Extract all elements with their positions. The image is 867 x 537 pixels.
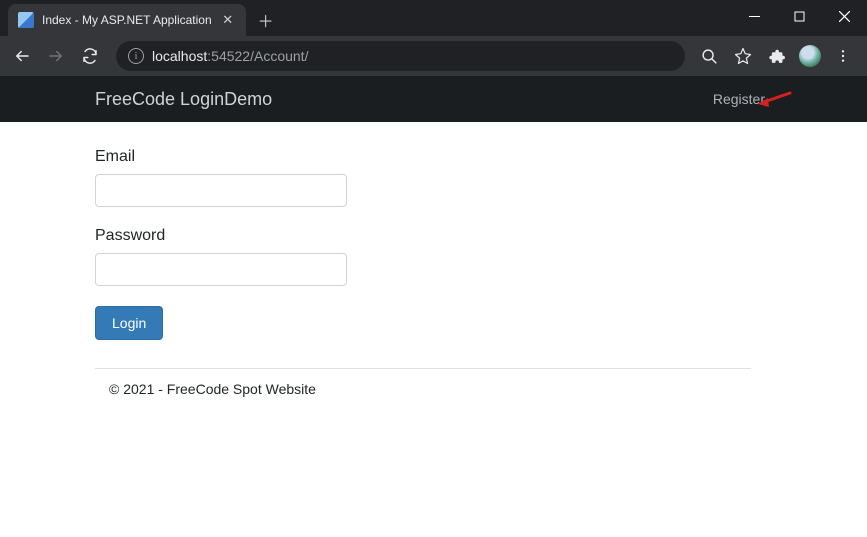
zoom-icon[interactable] xyxy=(697,44,721,68)
window-controls xyxy=(732,0,867,32)
password-group: Password xyxy=(95,227,867,286)
login-button[interactable]: Login xyxy=(95,306,163,340)
url-host: localhost xyxy=(152,48,207,64)
tab-title: Index - My ASP.NET Application xyxy=(42,13,212,27)
reload-button[interactable] xyxy=(76,42,104,70)
url-port: :54522 xyxy=(207,48,250,64)
brand-link[interactable]: FreeCode LoginDemo xyxy=(95,89,272,110)
favicon-icon xyxy=(18,12,34,28)
app-navbar: FreeCode LoginDemo Register xyxy=(0,76,867,122)
footer-text: © 2021 - FreeCode Spot Website xyxy=(95,381,867,397)
kebab-menu-icon[interactable] xyxy=(831,44,855,68)
site-info-icon[interactable]: i xyxy=(128,48,144,64)
toolbar-right-icons xyxy=(697,44,859,68)
password-label: Password xyxy=(95,227,867,245)
new-tab-button[interactable]: ＋ xyxy=(252,6,280,34)
footer-divider xyxy=(95,368,751,369)
address-bar[interactable]: i localhost:54522/Account/ xyxy=(116,41,685,71)
bookmark-star-icon[interactable] xyxy=(731,44,755,68)
email-field[interactable] xyxy=(95,174,347,207)
back-button[interactable] xyxy=(8,42,36,70)
close-window-button[interactable] xyxy=(822,0,867,32)
close-tab-icon[interactable]: ✕ xyxy=(220,12,236,28)
minimize-button[interactable] xyxy=(732,0,777,32)
profile-avatar[interactable] xyxy=(799,45,821,67)
email-label: Email xyxy=(95,148,867,166)
active-tab[interactable]: Index - My ASP.NET Application ✕ xyxy=(8,4,246,36)
url-path: /Account/ xyxy=(250,48,308,64)
url-text: localhost:54522/Account/ xyxy=(152,48,308,64)
register-link[interactable]: Register xyxy=(713,91,765,107)
email-group: Email xyxy=(95,148,867,207)
forward-button[interactable] xyxy=(42,42,70,70)
extensions-icon[interactable] xyxy=(765,44,789,68)
maximize-button[interactable] xyxy=(777,0,822,32)
page-content: Email Password Login © 2021 - FreeCode S… xyxy=(0,122,867,397)
browser-toolbar: i localhost:54522/Account/ xyxy=(0,36,867,76)
password-field[interactable] xyxy=(95,253,347,286)
browser-tab-strip: Index - My ASP.NET Application ✕ ＋ xyxy=(0,0,867,36)
